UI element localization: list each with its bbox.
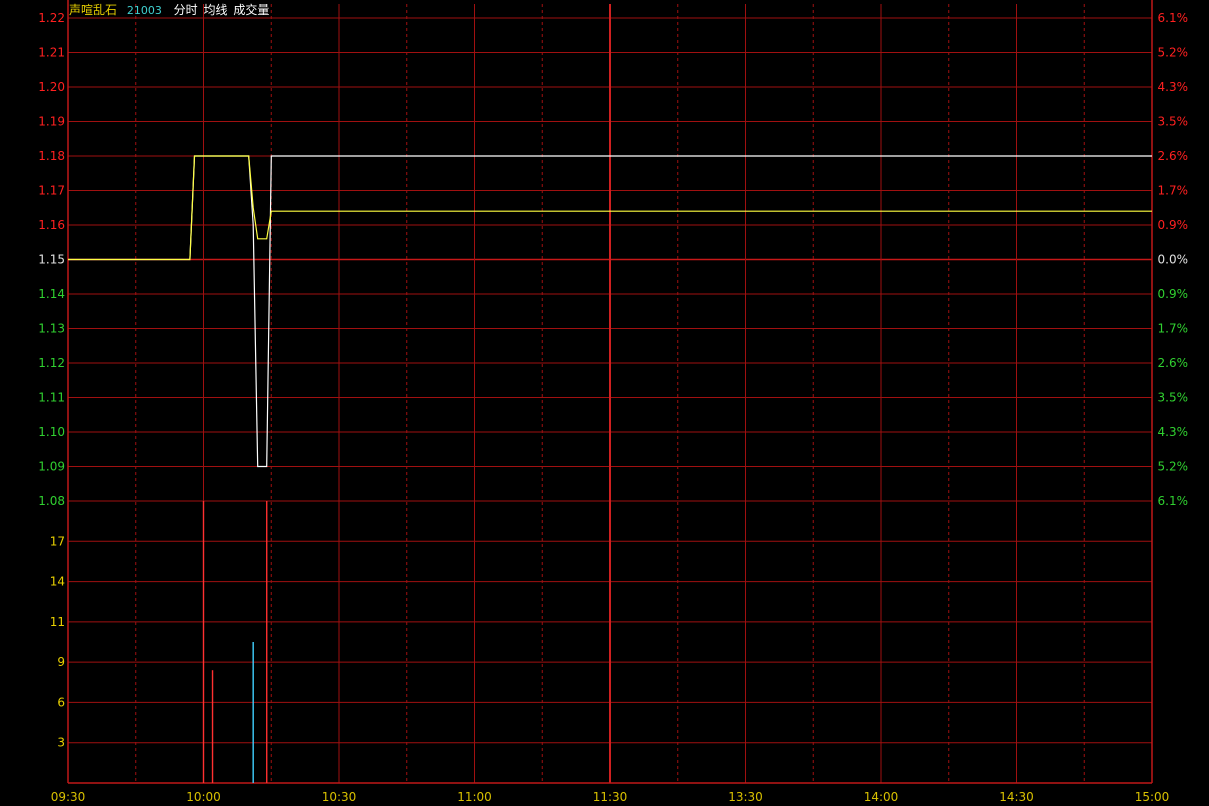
price-tick-label: 1.12 <box>38 356 65 370</box>
chart-header: 声喧乱石 21003 分时 均线 成交量 <box>69 3 269 18</box>
percent-tick-label: 5.2% <box>1158 460 1189 474</box>
label-volume: 成交量 <box>233 3 270 17</box>
stock-code: 21003 <box>126 4 162 17</box>
price-tick-label: 1.17 <box>38 184 65 198</box>
price-tick-label: 1.18 <box>38 149 65 163</box>
stock-name: 声喧乱石 <box>69 3 118 17</box>
percent-tick-label: 4.3% <box>1158 425 1189 439</box>
time-tick-label: 14:00 <box>864 790 899 804</box>
price-tick-label: 1.14 <box>38 287 65 301</box>
volume-tick-label: 6 <box>57 695 65 709</box>
percent-tick-label: 0.9% <box>1158 218 1189 232</box>
percent-tick-label: 0.0% <box>1158 253 1189 267</box>
time-tick-label: 10:30 <box>322 790 357 804</box>
price-tick-label: 1.10 <box>38 425 65 439</box>
time-tick-label: 14:30 <box>999 790 1034 804</box>
percent-tick-label: 3.5% <box>1158 391 1189 405</box>
percent-tick-label: 0.9% <box>1158 287 1189 301</box>
percent-tick-label: 2.6% <box>1158 356 1189 370</box>
price-tick-label: 1.15 <box>38 253 65 267</box>
time-tick-label: 10:00 <box>186 790 221 804</box>
price-tick-label: 1.21 <box>38 46 65 60</box>
price-tick-label: 1.20 <box>38 80 65 94</box>
volume-tick-label: 17 <box>50 534 65 548</box>
time-tick-label: 15:00 <box>1135 790 1170 804</box>
label-intraday: 分时 <box>173 3 198 17</box>
percent-tick-label: 1.7% <box>1158 322 1189 336</box>
price-tick-label: 1.11 <box>38 391 65 405</box>
price-tick-label: 1.16 <box>38 218 65 232</box>
price-tick-label: 1.13 <box>38 322 65 336</box>
price-tick-label: 1.19 <box>38 115 65 129</box>
intraday-chart: 1.22 1.21 1.20 1.19 1.18 1.17 1.16 1.15 1.14 1.13… <box>38 0 1189 804</box>
volume-tick-label: 11 <box>50 615 65 629</box>
price-tick-label: 1.08 <box>38 494 65 508</box>
time-tick-label: 09:30 <box>51 790 86 804</box>
label-avg-line: 均线 <box>203 3 228 17</box>
volume-tick-label: 14 <box>50 575 65 589</box>
percent-tick-label: 3.5% <box>1158 115 1189 129</box>
volume-tick-label: 3 <box>57 736 65 750</box>
percent-tick-label: 2.6% <box>1158 149 1189 163</box>
percent-tick-label: 6.1% <box>1158 11 1189 25</box>
price-tick-label: 1.09 <box>38 460 65 474</box>
time-tick-label: 13:30 <box>728 790 763 804</box>
percent-tick-label: 5.2% <box>1158 46 1189 60</box>
percent-tick-label: 4.3% <box>1158 80 1189 94</box>
percent-tick-label: 6.1% <box>1158 494 1189 508</box>
time-tick-label: 11:00 <box>457 790 492 804</box>
volume-tick-label: 9 <box>57 655 65 669</box>
time-tick-label: 11:30 <box>593 790 628 804</box>
price-tick-label: 1.22 <box>38 11 65 25</box>
percent-tick-label: 1.7% <box>1158 184 1189 198</box>
